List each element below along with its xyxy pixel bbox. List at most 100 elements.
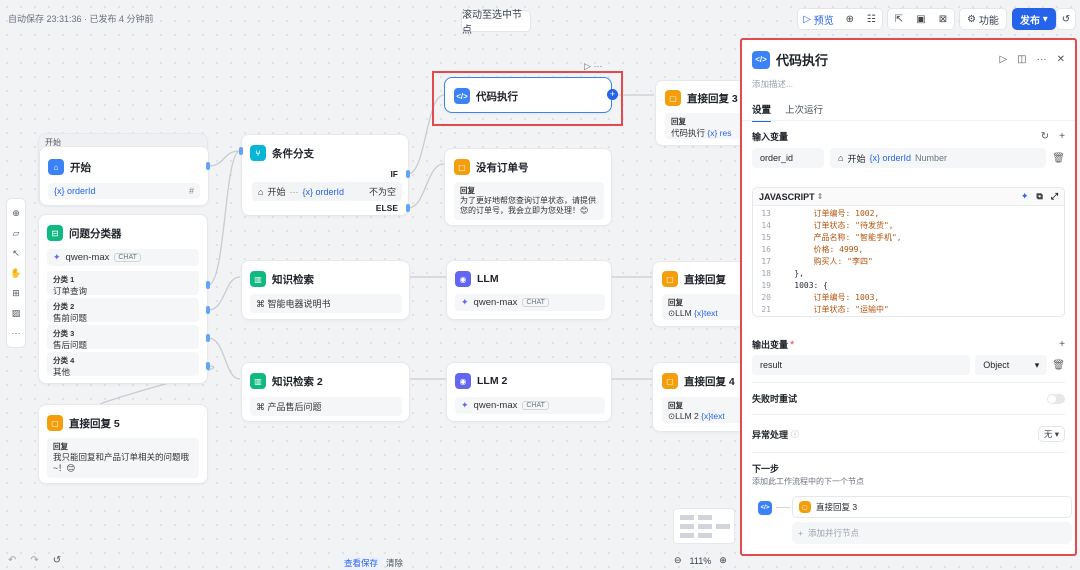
output-type-select[interactable]: Object ▾ (975, 355, 1048, 375)
description-input[interactable]: 添加描述... (752, 78, 1065, 90)
no-order-node[interactable]: ▢ 没有订单号 回复 为了更好地帮您查询订单状态，请提供您的订单号，我会立即为您… (444, 148, 612, 226)
input-var-source[interactable]: ⌂ 开始 {x} orderId Number (830, 148, 1047, 168)
preview-button[interactable]: ▷ 预览 (798, 9, 839, 29)
reply-llm-node[interactable]: ▢ 直接回复 回复 ⊙LLM {x}text (652, 261, 752, 327)
kb2-node[interactable]: ▥ 知识检索 2 ⌘ 产品售后问题 (241, 362, 410, 422)
tab-settings[interactable]: 设置 (752, 102, 772, 122)
home-icon: ⌂ (258, 186, 264, 197)
publish-button[interactable]: 发布 ▾ (1012, 8, 1056, 30)
kb2-item: ⌘ 产品售后问题 (250, 397, 402, 416)
clear-button[interactable]: 清除 (386, 557, 403, 569)
variable-icon: ⊠ (938, 13, 948, 25)
add-icon[interactable]: + (1059, 131, 1065, 142)
zoom-out-icon[interactable]: ⊖ (674, 555, 682, 566)
llm2-model: ✦ qwen-max CHAT (455, 397, 605, 414)
add-icon[interactable]: + (1059, 339, 1065, 350)
history-button[interactable]: ↺ (1056, 8, 1076, 30)
minimap[interactable] (673, 508, 735, 544)
export-button[interactable]: ⇱ (888, 9, 910, 29)
if-port[interactable] (406, 170, 410, 178)
input-var-name[interactable]: order_id (752, 148, 824, 168)
checklist-button[interactable]: ☷ (861, 9, 882, 29)
start-node-title: 开始 (70, 161, 91, 174)
ai-sparkle-icon[interactable]: ✦ (1021, 191, 1029, 202)
input-vars-header: 输入变量 ↻ + (752, 131, 1065, 142)
reply4-node[interactable]: ▢ 直接回复 4 回复 ⊙LLM 2 {x}text (652, 362, 752, 432)
dataset-icon: ⌘ (256, 402, 265, 412)
next-connector (776, 507, 790, 508)
reply-icon: ▢ (662, 373, 678, 389)
start-output-port[interactable] (206, 162, 210, 170)
start-node-group[interactable]: 开始 ⌂ 开始 {x} orderId # (38, 133, 209, 206)
class4-port[interactable] (206, 362, 210, 370)
classifier-node[interactable]: ⊟ 问题分类器 ✦ qwen-max CHAT 分类 1 订单查询 分类 2 售… (38, 214, 208, 384)
class3-port[interactable] (206, 334, 210, 342)
delete-icon[interactable]: 🗑 (1052, 360, 1065, 371)
add-next-node-icon[interactable]: + (607, 89, 618, 100)
add-icon: + (798, 528, 803, 538)
start-node[interactable]: ⌂ 开始 {x} orderId # (39, 146, 209, 206)
code-node[interactable]: </> 代码执行 (444, 77, 612, 113)
dataset-icon: ⌘ (256, 299, 265, 309)
retry-toggle[interactable] (1047, 393, 1065, 404)
undo-icon[interactable]: ↶ (8, 555, 16, 566)
debug-button[interactable]: ⊕ (839, 9, 860, 29)
zoom-controls: ⊖ 111% ⊕ (674, 555, 727, 566)
layout-button[interactable]: ▣ (910, 9, 932, 29)
features-icon: ⚙ (967, 13, 977, 25)
split-view-icon[interactable]: ◫ (1017, 54, 1026, 65)
else-port[interactable] (406, 204, 410, 212)
code-editor[interactable]: JAVASCRIPT ⇕ ✦ ⧉ ⤢ 13 订单编号: 1002, 14 订单状… (752, 187, 1065, 317)
redo-icon[interactable]: ↷ (30, 555, 38, 566)
class-item-2: 分类 2 售前问题 (47, 298, 199, 323)
language-select[interactable]: JAVASCRIPT (759, 192, 815, 202)
kb1-item: ⌘ 智能电器说明书 (250, 294, 402, 313)
edge-class3-kb2 (207, 337, 241, 380)
code-line: 19 1003: { (761, 281, 828, 290)
copy-icon[interactable]: ⧉ (1036, 191, 1042, 202)
variables-button[interactable]: ⊠ (932, 9, 954, 29)
more-icon[interactable]: ··· (1037, 54, 1047, 65)
run-icon[interactable]: ▷ (584, 61, 591, 71)
add-parallel-node-button[interactable]: + 添加并行节点 (792, 522, 1072, 544)
undo-redo-group: ↶ ↷ ↺ (8, 555, 61, 566)
class2-port[interactable] (206, 306, 210, 314)
refresh-icon[interactable]: ↻ (1041, 131, 1049, 142)
error-handling-select[interactable]: 无 ▾ (1037, 426, 1065, 442)
delete-icon[interactable]: 🗑 (1052, 153, 1065, 164)
condition-node[interactable]: ⑂ 条件分支 IF ⌂ 开始 ··· {x} orderId 不为空 ELSE (241, 134, 409, 216)
more-icon[interactable]: ··· (593, 61, 602, 71)
kb1-node[interactable]: ▥ 知识检索 ⌘ 智能电器说明书 (241, 260, 410, 320)
code-line: 20 订单编号: 1003, (761, 293, 880, 302)
output-vars-header: 输出变量 * + (752, 338, 1065, 351)
play-icon: ▷ (803, 13, 811, 25)
run-icon[interactable]: ▷ (999, 54, 1007, 65)
zoom-level[interactable]: 111% (690, 556, 712, 566)
edge-class1-condition (207, 150, 241, 286)
class1-port[interactable] (206, 281, 210, 289)
next-node-item[interactable]: ▢ 直接回复 3 (792, 496, 1072, 518)
code-node-actions[interactable]: ▷ ··· (584, 61, 602, 72)
llm2-node[interactable]: ◉ LLM 2 ✦ qwen-max CHAT (446, 362, 612, 422)
code-icon: </> (758, 501, 772, 515)
features-button[interactable]: ⚙ 功能 (959, 8, 1007, 30)
code-lines: 13 订单编号: 1002, 14 订单状态: "待发货", 15 产品名称: … (753, 206, 1064, 316)
info-icon: ⓘ (791, 429, 800, 439)
chevron-down-icon: ▾ (1034, 359, 1040, 370)
home-icon: ⌂ (838, 153, 844, 163)
class-item-3: 分类 3 售后问题 (47, 325, 199, 350)
panel-title: 代码执行 (776, 53, 829, 68)
error-handling-row: 异常处理 ⓘ 无 ▾ (752, 426, 1065, 442)
code-line: 17 购买人: "李四" (761, 257, 873, 266)
expand-icon[interactable]: ⤢ (1051, 191, 1058, 202)
reply5-node[interactable]: ▢ 直接回复 5 回复 我只能回复和产品订单相关的问题哦~！😊 (38, 404, 208, 484)
close-icon[interactable]: ✕ (1057, 54, 1065, 65)
llm-node[interactable]: ◉ LLM ✦ qwen-max CHAT (446, 260, 612, 320)
code-line: 16 价格: 4999, (761, 245, 864, 254)
condition-input-port[interactable] (239, 147, 243, 155)
history-icon[interactable]: ↺ (53, 555, 61, 566)
tab-last-run[interactable]: 上次运行 (785, 102, 823, 122)
output-var-name[interactable]: result (752, 355, 971, 375)
zoom-in-icon[interactable]: ⊕ (719, 555, 727, 566)
reply-llm-content: 回复 ⊙LLM {x}text (662, 294, 747, 320)
